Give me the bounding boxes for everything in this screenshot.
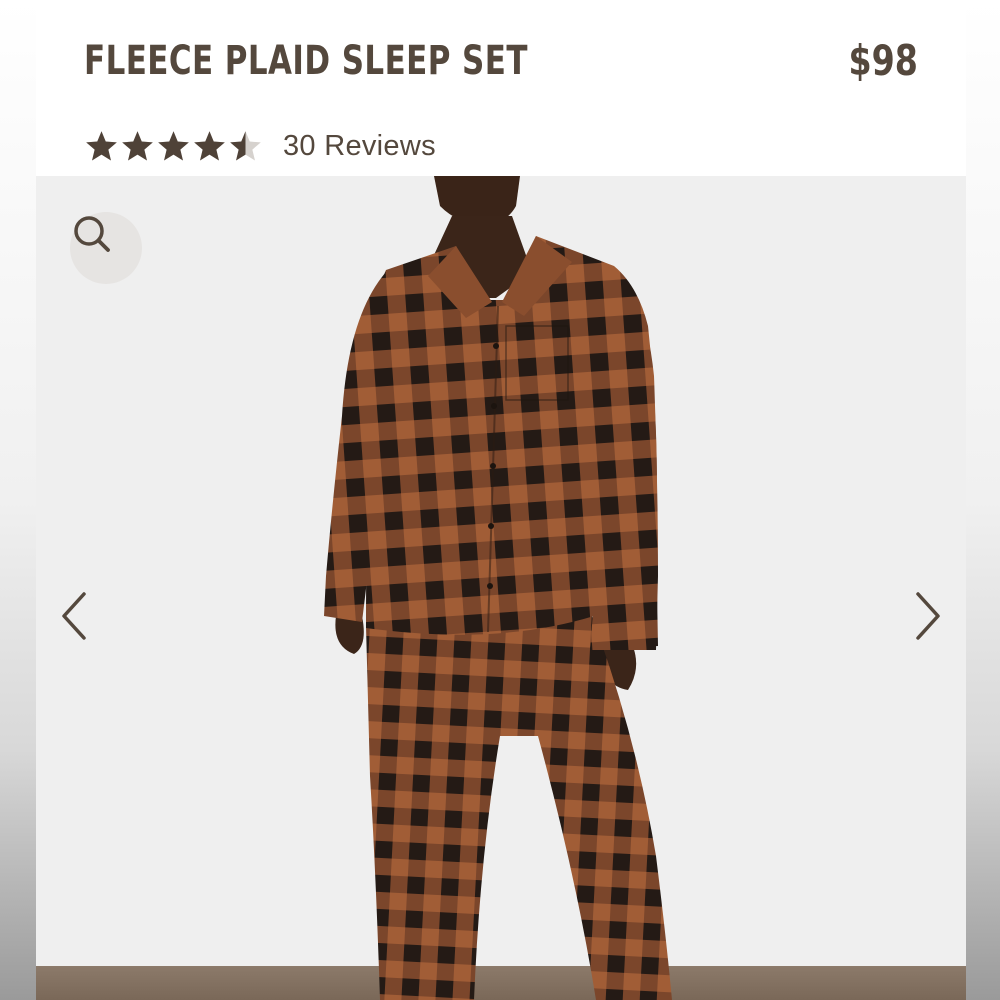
rating-row: 30 Reviews — [84, 126, 436, 166]
product-price: $98 — [848, 36, 918, 85]
left-edge-shadow — [0, 0, 36, 1000]
product-card: FLEECE PLAID SLEEP SET $98 30 Reviews — [36, 0, 966, 1000]
product-title: FLEECE PLAID SLEEP SET — [84, 38, 528, 84]
right-edge-shadow — [966, 0, 1000, 1000]
product-image[interactable] — [36, 176, 966, 1000]
search-icon — [74, 216, 110, 252]
star-full-icon — [194, 130, 225, 160]
star-full-icon — [158, 130, 189, 160]
star-full-icon — [122, 130, 153, 160]
previous-image-button[interactable] — [56, 588, 96, 644]
product-header: FLEECE PLAID SLEEP SET $98 30 Reviews — [36, 0, 966, 176]
next-image-button[interactable] — [906, 588, 946, 644]
star-rating — [84, 129, 263, 164]
star-half-icon — [230, 130, 261, 160]
chevron-right-icon — [916, 592, 940, 640]
model-photo — [36, 176, 966, 1000]
chevron-left-icon — [62, 592, 86, 640]
reviews-link[interactable]: 30 Reviews — [283, 130, 436, 163]
star-full-icon — [86, 130, 117, 160]
zoom-button[interactable] — [70, 212, 142, 284]
